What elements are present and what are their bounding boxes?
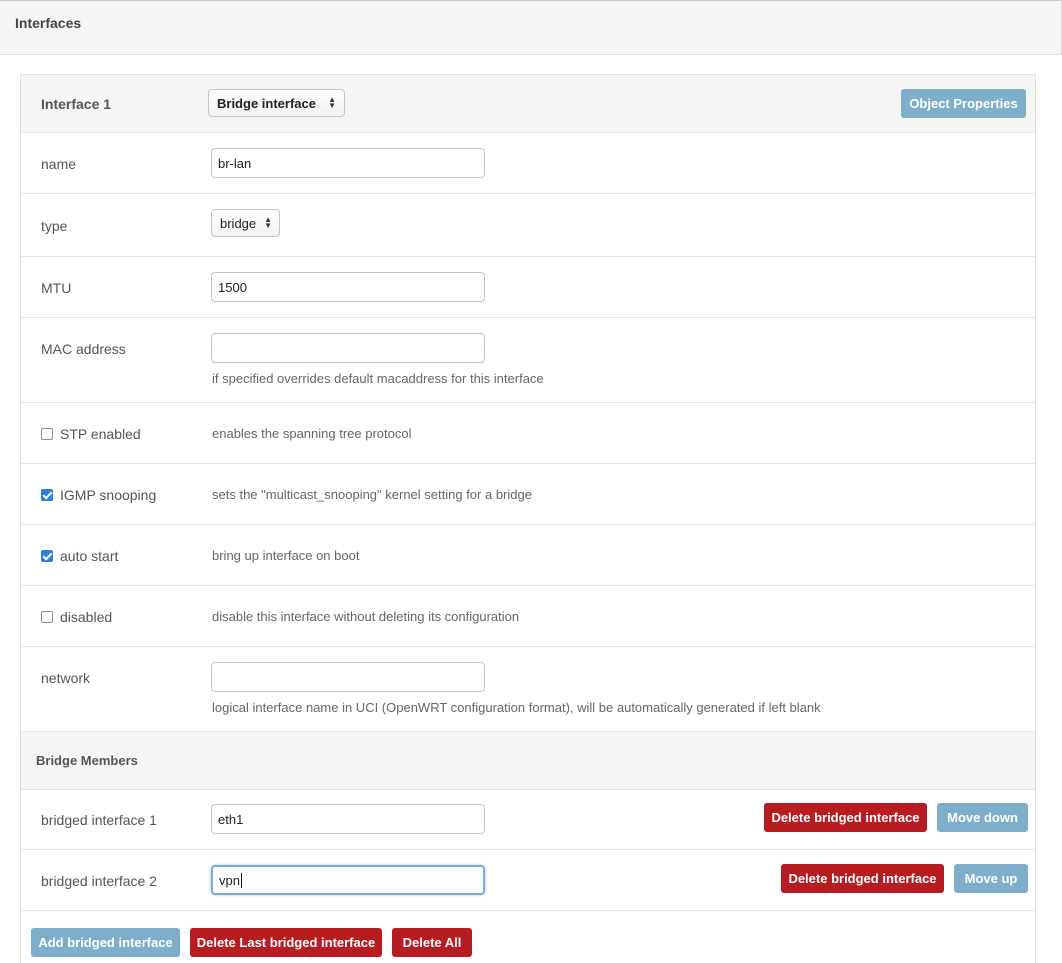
- field-row-autostart: auto start bring up interface on boot: [21, 525, 1035, 586]
- field-label-type: type: [41, 218, 68, 234]
- stp-help-text: enables the spanning tree protocol: [212, 426, 412, 441]
- delete-bridged-interface-button[interactable]: Delete bridged interface: [764, 803, 927, 832]
- field-label-network: network: [41, 670, 91, 686]
- field-label-mtu: MTU: [41, 280, 72, 296]
- interface-kind-value: Bridge interface: [217, 95, 316, 111]
- mac-address-input[interactable]: [211, 333, 485, 363]
- stp-checkbox[interactable]: [41, 428, 53, 440]
- disabled-checkbox[interactable]: [41, 611, 53, 623]
- stp-label: STP enabled: [60, 426, 141, 442]
- select-arrows-icon: ▲ ▼: [264, 215, 273, 230]
- igmp-label: IGMP snooping: [60, 487, 157, 503]
- object-properties-button[interactable]: Object Properties: [901, 89, 1026, 118]
- bridged-interface-label: bridged interface 1: [41, 812, 157, 828]
- page-header: Interfaces: [0, 0, 1062, 55]
- interface-panel: Interface 1 Bridge interface ▲ ▼ Object P…: [20, 74, 1036, 963]
- field-row-stp: STP enabled enables the spanning tree pr…: [21, 403, 1035, 464]
- text-cursor: [240, 872, 242, 888]
- field-row-mac: MAC address if specified overrides defau…: [21, 318, 1035, 403]
- mac-help-text: if specified overrides default macaddres…: [212, 371, 544, 386]
- name-input[interactable]: br-lan: [211, 148, 485, 178]
- bridged-interface-label: bridged interface 2: [41, 873, 157, 889]
- interface-header-row: Interface 1 Bridge interface ▲ ▼ Object P…: [21, 75, 1035, 133]
- field-row-disabled: disabled disable this interface without …: [21, 586, 1035, 647]
- field-row-mtu: MTU 1500: [21, 257, 1035, 318]
- field-label-name: name: [41, 156, 77, 172]
- delete-last-bridged-interface-button[interactable]: Delete Last bridged interface: [190, 928, 382, 957]
- bridged-interface-value: vpn: [219, 872, 240, 888]
- igmp-help-text: sets the "multicast_snooping" kernel set…: [212, 487, 532, 502]
- autostart-checkbox[interactable]: [41, 550, 53, 562]
- autostart-label: auto start: [60, 548, 119, 564]
- disabled-help-text: disable this interface without deleting …: [212, 609, 520, 624]
- type-select-value: bridge: [220, 215, 257, 231]
- field-row-type: type bridge ▲ ▼: [21, 194, 1035, 257]
- bridge-members-header: Bridge Members: [21, 732, 1035, 790]
- interface-kind-select[interactable]: Bridge interface ▲ ▼: [208, 89, 345, 117]
- mtu-input[interactable]: 1500: [211, 272, 485, 302]
- network-help-text: logical interface name in UCI (OpenWRT c…: [212, 700, 821, 715]
- igmp-checkbox[interactable]: [41, 489, 53, 501]
- delete-all-button[interactable]: Delete All: [392, 928, 472, 957]
- delete-bridged-interface-button[interactable]: Delete bridged interface: [781, 864, 944, 893]
- add-bridged-interface-button[interactable]: Add bridged interface: [31, 928, 180, 957]
- interface-title: Interface 1: [41, 96, 112, 112]
- bridged-interface-input[interactable]: eth1: [211, 804, 485, 834]
- field-row-network: network logical interface name in UCI (O…: [21, 647, 1035, 732]
- field-row-name: name br-lan: [21, 133, 1035, 194]
- move-up-button[interactable]: Move up: [954, 864, 1028, 893]
- move-down-button[interactable]: Move down: [937, 803, 1028, 832]
- page-title: Interfaces: [15, 14, 82, 31]
- disabled-label: disabled: [60, 609, 113, 625]
- bridged-interface-input[interactable]: vpn: [211, 865, 485, 895]
- field-row-igmp: IGMP snooping sets the "multicast_snoopi…: [21, 464, 1035, 525]
- network-input[interactable]: [211, 662, 485, 692]
- bridged-interface-row: bridged interface 2 vpn Delete bridged i…: [21, 850, 1035, 911]
- type-select[interactable]: bridge ▲ ▼: [211, 209, 280, 237]
- bridge-members-title: Bridge Members: [36, 753, 138, 768]
- bridged-interface-row: bridged interface 1 eth1 Delete bridged …: [21, 790, 1035, 850]
- autostart-help-text: bring up interface on boot: [212, 548, 360, 563]
- field-label-mac: MAC address: [41, 341, 126, 357]
- select-arrows-icon: ▲ ▼: [328, 95, 336, 110]
